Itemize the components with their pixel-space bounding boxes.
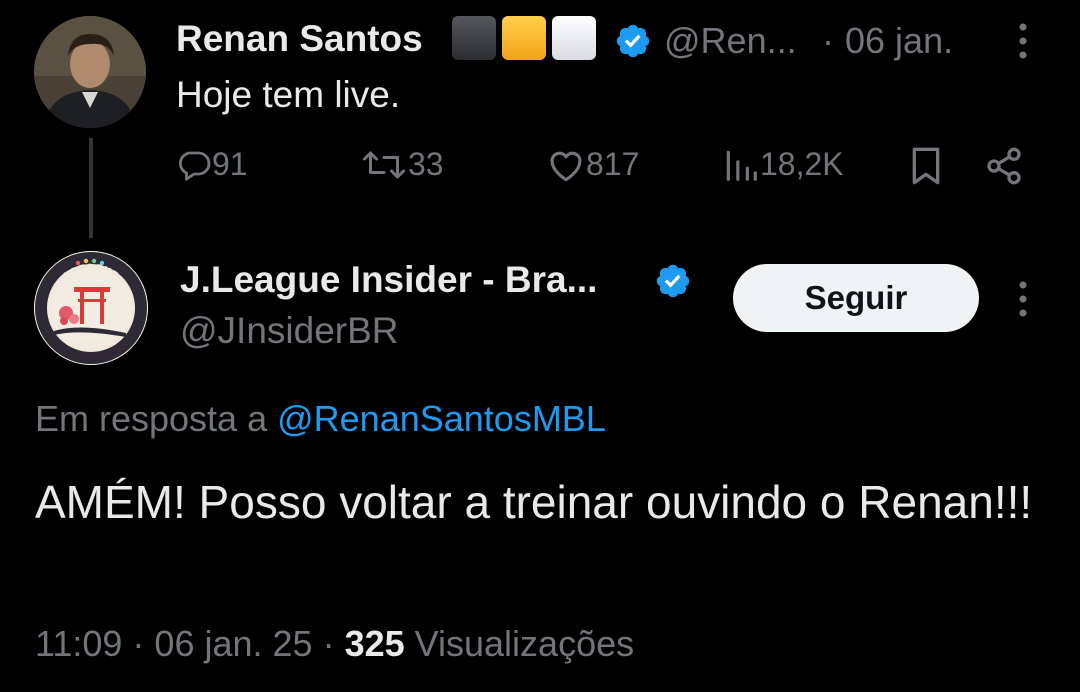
reply-icon (178, 151, 211, 181)
views-icon (726, 150, 757, 181)
tweet-metadata: 11:09 · 06 jan. 25 · 325 Visualizações (35, 623, 635, 664)
retweet-button[interactable]: 33 (360, 146, 444, 183)
thread-connector-line (89, 138, 93, 238)
tweet-text: AMÉM! Posso voltar a treinar ouvindo o R… (35, 476, 1033, 528)
avatar-photo (34, 16, 146, 128)
verified-badge-icon (654, 262, 692, 305)
avatar-jleague-insider[interactable]: J.LEAGUE INSIDER (34, 251, 148, 365)
reply-mention-link[interactable]: @RenanSantosMBL (277, 398, 606, 439)
like-count: 817 (586, 146, 640, 182)
verified-badge-icon (614, 22, 652, 65)
more-options-icon[interactable] (1010, 18, 1036, 64)
share-icon[interactable] (984, 146, 1024, 186)
tweet-time[interactable]: 11:09 (35, 623, 122, 664)
tweet-date[interactable]: 06 jan. (845, 20, 953, 62)
flag-yellow-square (502, 16, 546, 60)
author-name[interactable]: Renan Santos (176, 18, 423, 60)
views-label: Visualizações (414, 623, 635, 664)
flag-white-square (552, 16, 596, 60)
author-name[interactable]: J.League Insider - Bra... (180, 259, 597, 301)
views-count: 325 (344, 623, 405, 664)
separator-dot: · (822, 20, 834, 61)
tweet-date[interactable]: 06 jan. 25 (154, 623, 312, 664)
name-flag-emojis (452, 16, 596, 60)
avatar-renan-santos[interactable] (34, 16, 146, 128)
in-reply-prefix: Em resposta a (35, 398, 278, 439)
views-button[interactable]: 18,2K (722, 146, 844, 183)
reply-count: 91 (212, 146, 248, 182)
author-handle[interactable]: @Ren... (664, 20, 797, 62)
retweet-icon (363, 151, 405, 178)
retweet-count: 33 (408, 146, 444, 182)
author-handle[interactable]: @JInsiderBR (180, 310, 399, 352)
more-options-icon[interactable] (1010, 276, 1036, 322)
in-reply-to: Em resposta a @RenanSantosMBL (35, 398, 606, 440)
views-count: 18,2K (760, 146, 844, 182)
jleague-insider-logo: J.LEAGUE INSIDER (34, 251, 148, 365)
like-icon (550, 151, 582, 181)
reply-button[interactable]: 91 (176, 146, 248, 183)
bookmark-icon[interactable] (908, 146, 944, 186)
like-button[interactable]: 817 (546, 146, 639, 183)
flag-dark-square (452, 16, 496, 60)
follow-button[interactable]: Seguir (733, 264, 979, 332)
tweet-text: Hoje tem live. (176, 74, 401, 115)
